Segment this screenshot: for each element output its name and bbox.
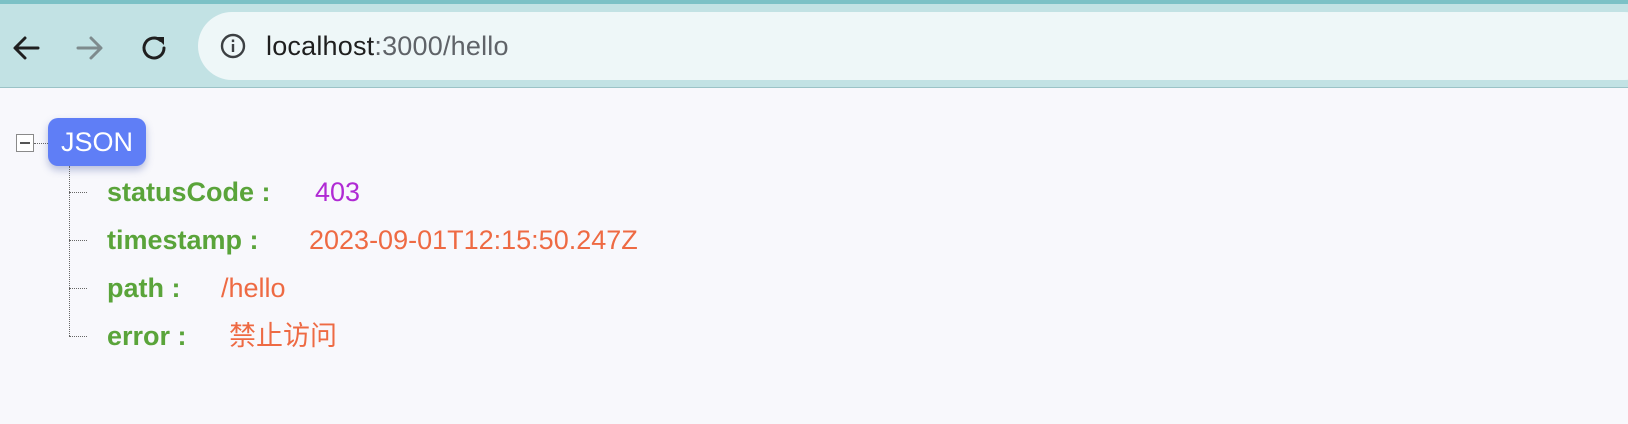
- address-bar[interactable]: localhost:3000/hello: [198, 12, 1628, 80]
- url-text[interactable]: localhost:3000/hello: [266, 12, 509, 80]
- tree-branch: [69, 192, 87, 193]
- arrow-left-icon: [11, 33, 41, 63]
- entry-value: 403: [315, 177, 361, 207]
- arrow-right-icon: [75, 33, 105, 63]
- info-icon[interactable]: [220, 33, 246, 59]
- reload-button[interactable]: [128, 22, 180, 74]
- tree-branch: [69, 288, 87, 289]
- entry-key: statusCode :: [107, 177, 271, 207]
- tree-connector: [34, 143, 48, 144]
- back-button[interactable]: [0, 22, 52, 74]
- tree-branch: [69, 240, 87, 241]
- entry-key: timestamp :: [107, 225, 259, 255]
- url-path: :3000/hello: [374, 31, 509, 61]
- entry-key: error :: [107, 321, 187, 351]
- reload-icon: [139, 33, 169, 63]
- entry-value: /hello: [221, 273, 286, 303]
- browser-toolbar: localhost:3000/hello: [0, 4, 1628, 88]
- json-root-badge[interactable]: JSON: [48, 118, 146, 166]
- forward-button[interactable]: [64, 22, 116, 74]
- entry-key: path :: [107, 273, 181, 303]
- collapse-toggle-icon[interactable]: [16, 134, 34, 152]
- entry-value: 2023-09-01T12:15:50.247Z: [309, 225, 638, 255]
- entry-value: 禁止访问: [229, 321, 337, 351]
- tree-branch: [69, 336, 87, 337]
- url-host: localhost: [266, 31, 375, 61]
